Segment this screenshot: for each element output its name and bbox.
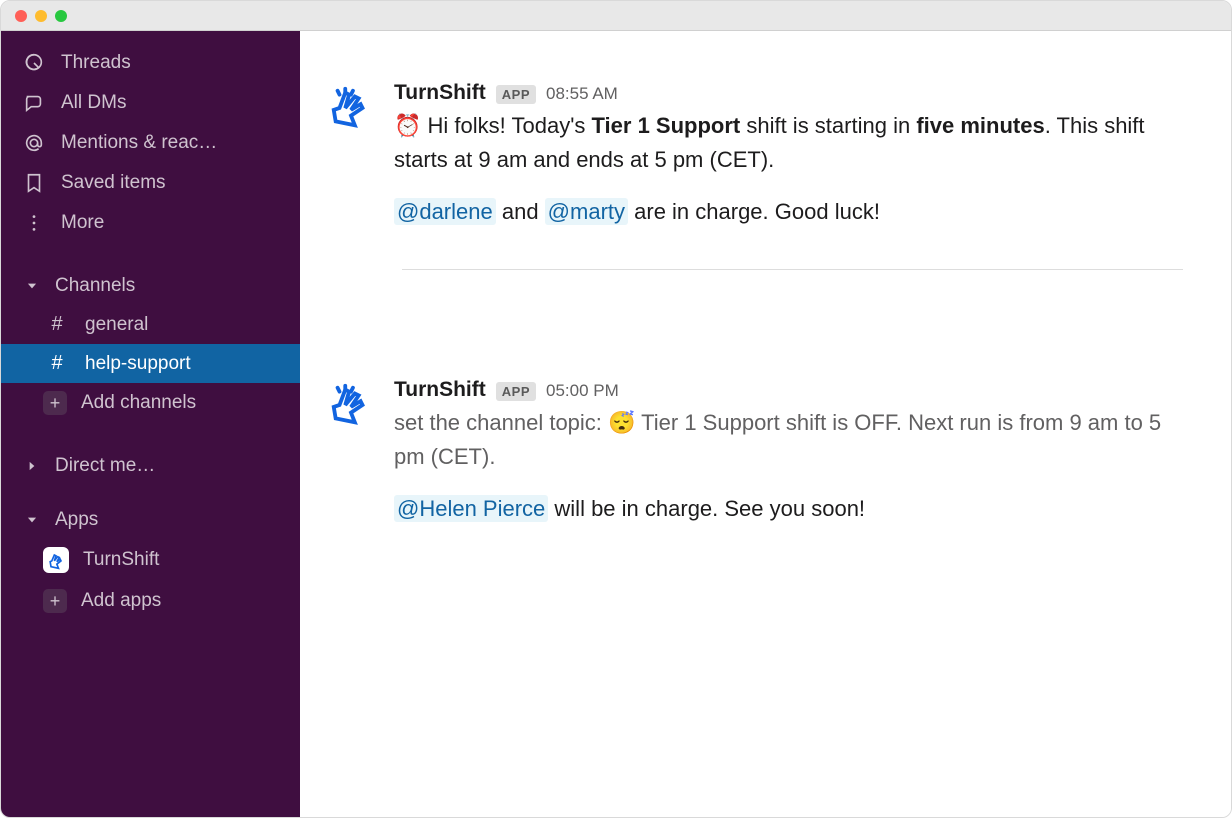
titlebar — [1, 1, 1231, 31]
message: TurnShift APP 05:00 PM set the channel t… — [324, 378, 1183, 526]
nav-label: All DMs — [61, 92, 126, 114]
add-apps-label: Add apps — [81, 590, 161, 612]
apps-section-header[interactable]: Apps — [1, 499, 300, 539]
sender-name[interactable]: TurnShift — [394, 81, 486, 105]
message-text: ⏰ Hi folks! Today's Tier 1 Support shift… — [394, 109, 1183, 177]
sender-name[interactable]: TurnShift — [394, 378, 486, 402]
nav-all-dms[interactable]: All DMs — [1, 83, 300, 123]
direct-messages-section-header[interactable]: Direct me… — [1, 445, 300, 485]
app-turnshift[interactable]: TurnShift — [1, 539, 300, 581]
add-apps-button[interactable]: + Add apps — [1, 581, 300, 621]
nav-threads[interactable]: Threads — [1, 43, 300, 83]
message-text: @Helen Pierce will be in charge. See you… — [394, 492, 1183, 526]
nav-label: Threads — [61, 52, 131, 74]
message-divider — [402, 269, 1183, 270]
message-text: set the channel topic: 😴 Tier 1 Support … — [394, 406, 1183, 474]
nav-label: More — [61, 212, 104, 234]
section-title: Channels — [55, 275, 135, 297]
nav-mentions[interactable]: Mentions & reac… — [1, 123, 300, 163]
section-title: Direct me… — [55, 455, 155, 477]
nav-label: Saved items — [61, 172, 166, 194]
channels-section-header[interactable]: Channels — [1, 265, 300, 305]
plus-icon: + — [43, 589, 67, 613]
message-text: @darlene and @marty are in charge. Good … — [394, 195, 1183, 229]
add-channels-label: Add channels — [81, 392, 196, 414]
plus-icon: + — [43, 391, 67, 415]
nav-saved-items[interactable]: Saved items — [1, 163, 300, 203]
bookmark-icon — [23, 172, 45, 194]
channel-general[interactable]: # general — [1, 305, 300, 344]
message-time: 05:00 PM — [546, 381, 619, 401]
at-icon — [23, 132, 45, 154]
nav-more[interactable]: More — [1, 203, 300, 243]
mention[interactable]: @Helen Pierce — [394, 495, 548, 522]
app-badge: APP — [496, 382, 536, 401]
app-label: TurnShift — [83, 549, 159, 571]
mention[interactable]: @darlene — [394, 198, 496, 225]
add-channels-button[interactable]: + Add channels — [1, 383, 300, 423]
alarm-clock-emoji: ⏰ — [394, 113, 421, 138]
section-title: Apps — [55, 509, 98, 531]
threads-icon — [23, 52, 45, 74]
dms-icon — [23, 92, 45, 114]
window-minimize-button[interactable] — [35, 10, 47, 22]
nav-label: Mentions & reac… — [61, 132, 217, 154]
caret-down-icon — [23, 511, 41, 529]
message: TurnShift APP 08:55 AM ⏰ Hi folks! Today… — [324, 81, 1183, 229]
caret-down-icon — [23, 277, 41, 295]
sender-avatar[interactable] — [324, 378, 378, 432]
app-badge: APP — [496, 85, 536, 104]
caret-right-icon — [23, 457, 41, 475]
channel-help-support[interactable]: # help-support — [1, 344, 300, 383]
app-window: Threads All DMs Mentions & reac… Saved i… — [0, 0, 1232, 818]
channel-label: general — [85, 314, 148, 336]
window-maximize-button[interactable] — [55, 10, 67, 22]
sender-avatar[interactable] — [324, 81, 378, 135]
window-close-button[interactable] — [15, 10, 27, 22]
message-header: TurnShift APP 08:55 AM — [394, 81, 1183, 105]
message-time: 08:55 AM — [546, 84, 618, 104]
mention[interactable]: @marty — [545, 198, 628, 225]
message-header: TurnShift APP 05:00 PM — [394, 378, 1183, 402]
app-avatar-icon — [43, 547, 69, 573]
hash-icon: # — [47, 313, 67, 336]
hash-icon: # — [47, 352, 67, 375]
message-pane: TurnShift APP 08:55 AM ⏰ Hi folks! Today… — [300, 31, 1231, 817]
channel-label: help-support — [85, 353, 191, 375]
sleeping-emoji: 😴 — [608, 410, 635, 435]
more-icon — [23, 212, 45, 234]
sidebar: Threads All DMs Mentions & reac… Saved i… — [1, 31, 300, 817]
